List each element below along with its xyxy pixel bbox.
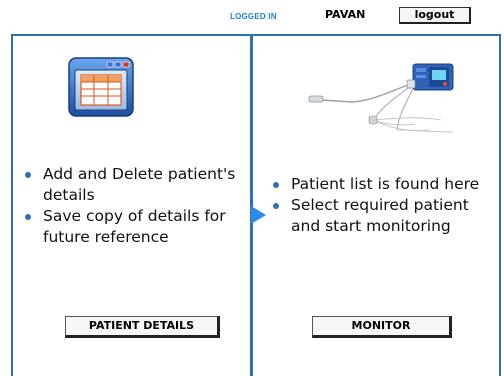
top-bar: LOGGED IN PAVAN logout [0, 0, 504, 30]
bullet-icon [273, 203, 279, 209]
monitor-device-icon [303, 50, 463, 139]
bullet-icon [273, 182, 279, 188]
username: PAVAN [325, 8, 366, 21]
list-item: Save copy of details for future referenc… [15, 206, 250, 248]
monitor-bullets: Patient list is found here Select requir… [263, 174, 498, 237]
list-item: Select required patient and start monito… [263, 195, 498, 237]
arrow-right-icon [251, 206, 266, 224]
logged-in-label: LOGGED IN [230, 12, 277, 21]
bullet-icon [25, 214, 31, 220]
monitor-button[interactable]: MONITOR [312, 316, 452, 338]
patient-details-bullets: Add and Delete patient's details Save co… [15, 164, 250, 248]
list-item: Add and Delete patient's details [15, 164, 250, 206]
patient-details-button[interactable]: PATIENT DETAILS [65, 316, 220, 338]
table-window-icon [67, 56, 137, 125]
bullet-icon [25, 172, 31, 178]
monitor-panel: Patient list is found here Select requir… [251, 34, 501, 376]
logout-button[interactable]: logout [399, 7, 471, 24]
list-item: Patient list is found here [263, 174, 498, 195]
patient-details-panel: Add and Delete patient's details Save co… [11, 34, 252, 376]
